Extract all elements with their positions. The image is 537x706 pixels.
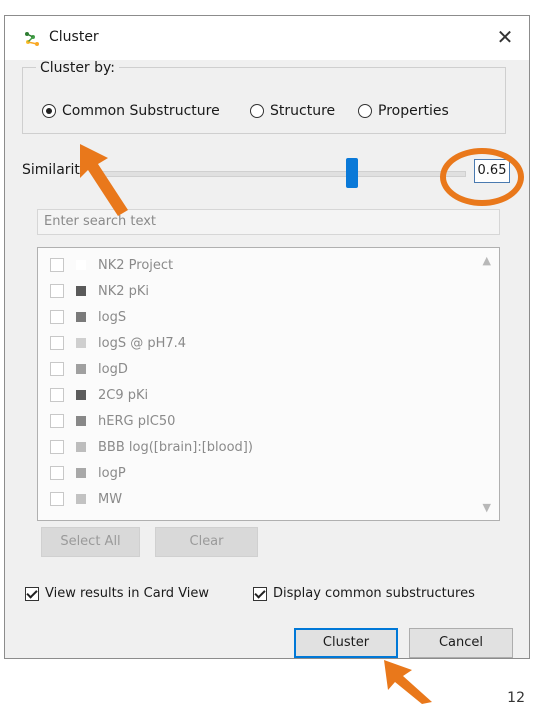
list-item-label: NK2 pKi (98, 283, 150, 299)
list-item-label: MW (98, 491, 123, 507)
property-list[interactable]: ▲ ▼ NK2 Project NK2 pKi logS logS @ pH7.4 lo… (37, 247, 500, 521)
list-item-label: hERG pIC50 (98, 413, 176, 429)
checkbox-checked-icon (253, 586, 267, 601)
color-swatch-icon (76, 494, 86, 504)
cluster-app-icon (23, 30, 43, 48)
list-item[interactable]: 2C9 pKi (50, 384, 148, 406)
checkbox-icon[interactable] (50, 310, 64, 324)
list-item-label: BBB log([brain]:[blood]) (98, 439, 253, 455)
checkbox-icon[interactable] (50, 336, 64, 350)
list-item[interactable]: MW (50, 488, 122, 510)
radio-label: Common Substructure (62, 103, 220, 119)
checkbox-icon[interactable] (50, 414, 64, 428)
list-item[interactable]: hERG pIC50 (50, 410, 175, 432)
window-title: Cluster (49, 29, 99, 45)
radio-unselected-icon (250, 104, 264, 118)
close-icon[interactable]: ✕ (493, 25, 517, 49)
similarity-slider-track[interactable] (93, 171, 466, 177)
list-item-label: NK2 Project (98, 257, 174, 273)
arrow-annotation-icon (80, 144, 128, 216)
color-swatch-icon (76, 416, 86, 426)
checkbox-icon[interactable] (50, 440, 64, 454)
similarity-slider-thumb[interactable] (346, 158, 358, 188)
color-swatch-icon (76, 468, 86, 478)
list-item[interactable]: logP (50, 462, 126, 484)
card-view-checkbox[interactable]: View results in Card View (25, 586, 209, 601)
color-swatch-icon (76, 260, 86, 270)
radio-properties[interactable]: Properties (358, 103, 449, 119)
checkbox-icon[interactable] (50, 362, 64, 376)
color-swatch-icon (76, 442, 86, 452)
list-item[interactable]: NK2 Project (50, 254, 173, 276)
checkbox-icon[interactable] (50, 492, 64, 506)
color-swatch-icon (76, 364, 86, 374)
checkbox-icon[interactable] (50, 284, 64, 298)
checkbox-icon[interactable] (50, 466, 64, 480)
list-item-label: logD (98, 361, 128, 377)
color-swatch-icon (76, 286, 86, 296)
checkbox-label: Display common substructures (273, 586, 475, 601)
list-item-label: 2C9 pKi (98, 387, 149, 403)
title-bar: Cluster ✕ (5, 16, 529, 60)
radio-structure[interactable]: Structure (250, 103, 335, 119)
checkbox-icon[interactable] (50, 388, 64, 402)
radio-label: Structure (270, 103, 336, 119)
list-item[interactable]: logS (50, 306, 126, 328)
checkbox-icon[interactable] (50, 258, 64, 272)
color-swatch-icon (76, 312, 86, 322)
list-item[interactable]: NK2 pKi (50, 280, 149, 302)
checkbox-label: View results in Card View (45, 586, 210, 601)
cluster-by-label: Cluster by: (36, 60, 120, 76)
list-item-label: logS (98, 309, 127, 325)
radio-common-substructure[interactable]: Common Substructure (42, 103, 220, 119)
radio-label: Properties (378, 103, 449, 119)
radio-unselected-icon (358, 104, 372, 118)
radio-selected-icon (42, 104, 56, 118)
select-all-button[interactable]: Select All (41, 527, 140, 557)
scroll-down-icon[interactable]: ▼ (483, 501, 491, 514)
display-common-checkbox[interactable]: Display common substructures (253, 586, 475, 601)
checkbox-checked-icon (25, 586, 39, 601)
list-item[interactable]: logD (50, 358, 128, 380)
clear-button[interactable]: Clear (155, 527, 258, 557)
color-swatch-icon (76, 390, 86, 400)
list-item-label: logS @ pH7.4 (98, 335, 187, 351)
cluster-by-group (22, 67, 506, 134)
scroll-up-icon[interactable]: ▲ (483, 254, 491, 267)
list-item-label: logP (98, 465, 126, 481)
list-item[interactable]: BBB log([brain]:[blood]) (50, 436, 253, 458)
color-swatch-icon (76, 338, 86, 348)
highlight-ring (440, 148, 524, 206)
arrow-annotation-icon (384, 660, 432, 704)
list-item[interactable]: logS @ pH7.4 (50, 332, 186, 354)
